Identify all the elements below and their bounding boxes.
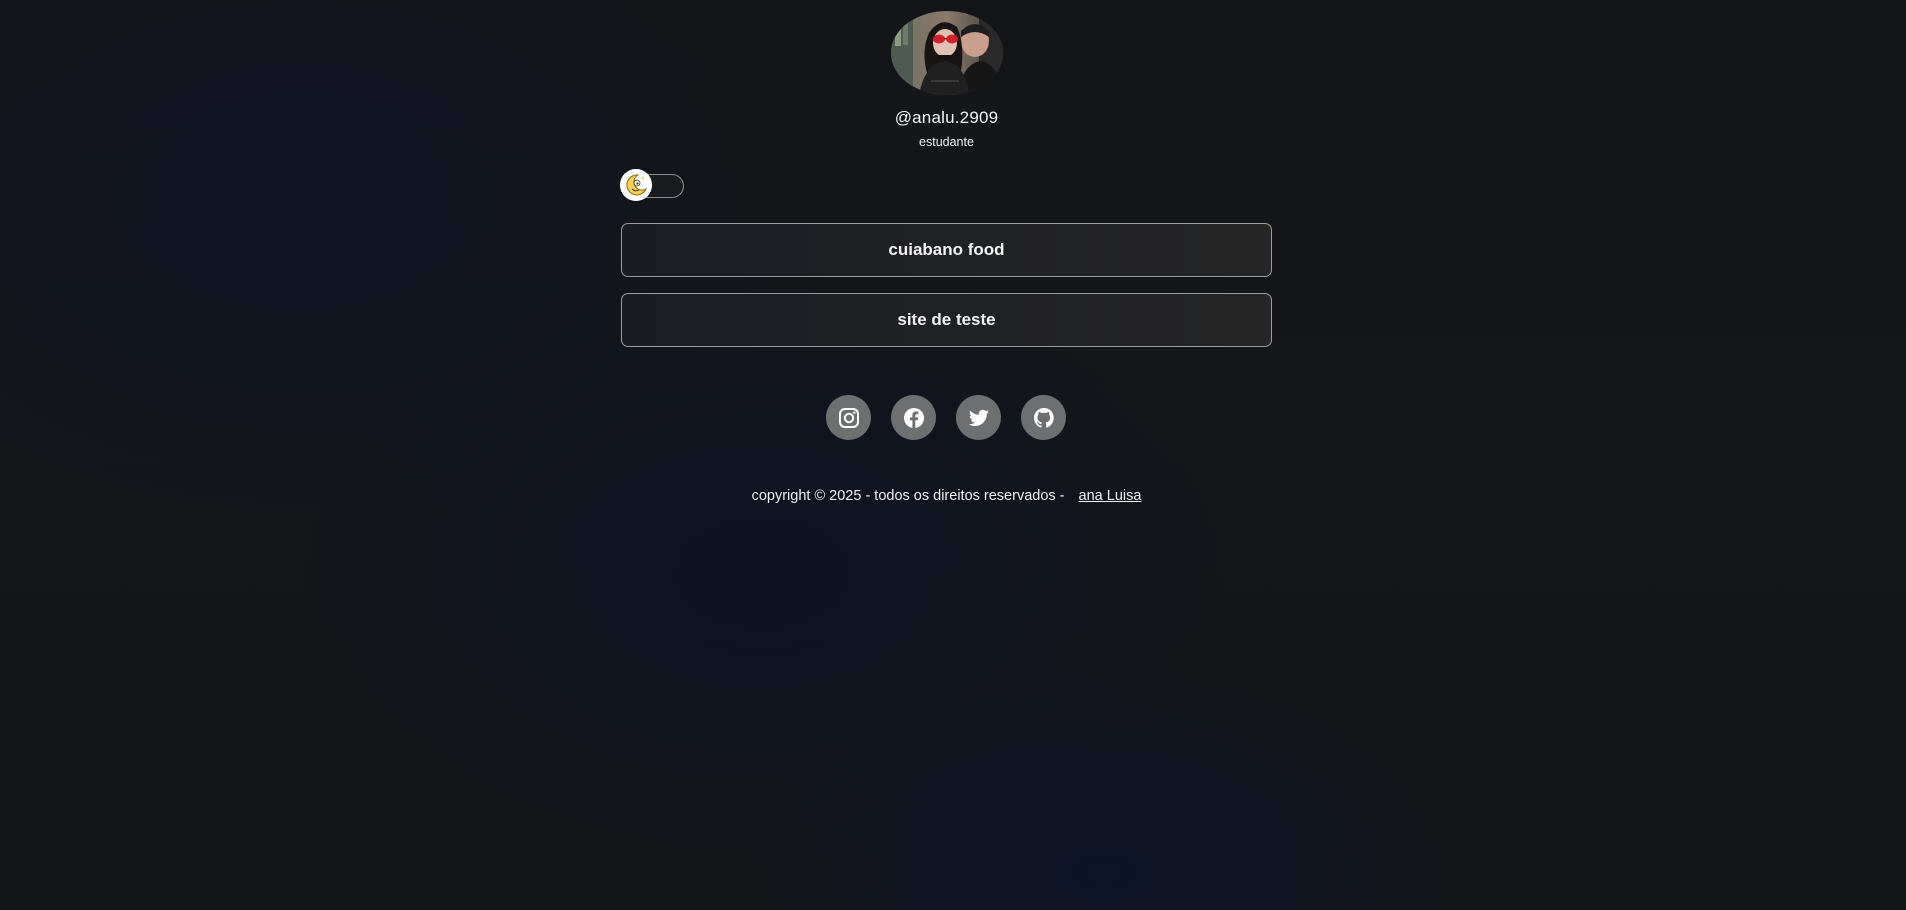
link-site-de-teste-button[interactable]: site de teste — [621, 293, 1272, 347]
instagram-icon — [838, 407, 859, 428]
github-icon — [1033, 407, 1054, 428]
facebook-icon — [903, 407, 924, 428]
twitter-link[interactable] — [956, 395, 1001, 440]
avatar — [891, 11, 1003, 95]
facebook-link[interactable] — [891, 395, 936, 440]
twitter-icon — [968, 409, 989, 426]
username: @analu.2909 — [894, 108, 999, 127]
moon-icon — [620, 169, 652, 201]
theme-toggle[interactable] — [620, 169, 684, 201]
user-role: estudante — [919, 135, 974, 149]
profile-container: @analu.2909 estudante cuiabano food site… — [620, 0, 1272, 910]
instagram-link[interactable] — [826, 395, 871, 440]
author-link[interactable]: ana Luisa — [1079, 488, 1142, 504]
copyright-text: copyright © 2025 - todos os direitos res… — [751, 488, 1065, 504]
link-cuiabano-food-button[interactable]: cuiabano food — [621, 223, 1272, 277]
avatar-photo — [891, 11, 1003, 95]
footer: copyright © 2025 - todos os direitos res… — [621, 488, 1272, 504]
social-links — [826, 395, 1070, 441]
github-link[interactable] — [1021, 395, 1066, 440]
